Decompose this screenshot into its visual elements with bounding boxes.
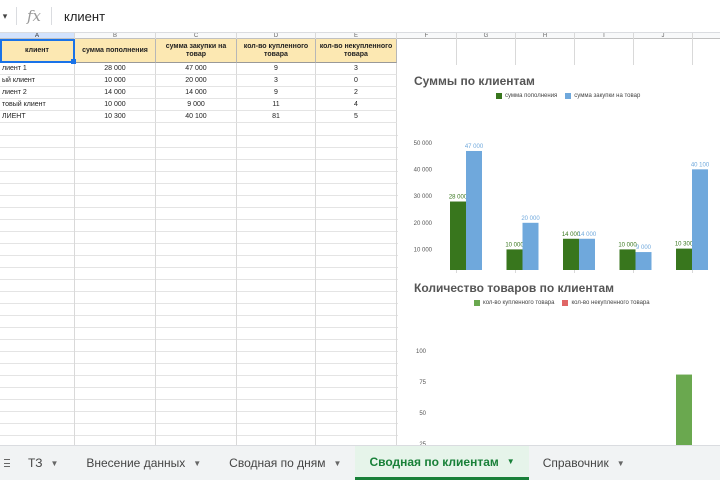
table-cell[interactable]: 14 000 bbox=[75, 87, 156, 99]
table-cell[interactable]: 14 000 bbox=[156, 87, 237, 99]
y-tick-label: 75 bbox=[419, 380, 426, 386]
table-cell[interactable]: 10 000 bbox=[75, 75, 156, 87]
data-label: 40 100 bbox=[691, 162, 710, 168]
chevron-down-icon[interactable]: ▼ bbox=[617, 459, 625, 468]
chart-plot: 255075100 bbox=[416, 349, 692, 445]
chart-items-by-client[interactable]: Количество товаров по клиентам кол-во ку… bbox=[398, 273, 720, 445]
table-cell[interactable]: лиент 2 bbox=[0, 87, 75, 99]
bar-purchase bbox=[466, 150, 482, 270]
bar-bought bbox=[676, 374, 692, 445]
bar-purchase bbox=[692, 169, 708, 270]
y-tick-label: 50 000 bbox=[414, 141, 433, 147]
column-header-k[interactable]: K bbox=[693, 33, 720, 39]
chart-sums-by-client[interactable]: Суммы по клиентам сумма пополнения сумма… bbox=[398, 65, 720, 270]
tab-data-entry[interactable]: Внесение данных ▼ bbox=[72, 446, 215, 480]
data-label: 20 000 bbox=[521, 216, 540, 222]
tab-label: Внесение данных bbox=[86, 456, 186, 470]
table-cell[interactable]: 28 000 bbox=[75, 63, 156, 75]
table-cell[interactable]: 81 bbox=[237, 111, 316, 123]
bar-topup bbox=[676, 248, 692, 270]
y-tick-label: 10 000 bbox=[414, 247, 433, 253]
data-label: 47 000 bbox=[465, 144, 484, 150]
table-cell[interactable]: ый клиент bbox=[0, 75, 75, 87]
formula-input[interactable]: клиент bbox=[64, 9, 105, 24]
column-header-f[interactable]: F bbox=[397, 33, 457, 39]
y-tick-label: 30 000 bbox=[414, 194, 433, 200]
table-cell[interactable]: ЛИЕНТ bbox=[0, 111, 75, 123]
header-cell-client[interactable]: клиент bbox=[0, 39, 76, 64]
table-cell[interactable]: товый клиент bbox=[0, 99, 75, 111]
table-cell[interactable]: 20 000 bbox=[156, 75, 237, 87]
y-tick-label: 20 000 bbox=[414, 221, 433, 227]
menu-icon bbox=[4, 459, 10, 467]
tab-label: Справочник bbox=[542, 456, 609, 470]
formula-bar: ▾ fx клиент bbox=[0, 0, 720, 33]
tab-label: Сводная по дням bbox=[229, 456, 326, 470]
table-cell[interactable]: 2 bbox=[316, 87, 397, 99]
divider bbox=[16, 7, 17, 25]
data-label: 14 000 bbox=[578, 232, 597, 238]
y-tick-label: 50 bbox=[419, 411, 426, 417]
bar-topup bbox=[506, 249, 523, 270]
y-tick-label: 40 000 bbox=[414, 168, 433, 174]
header-cell-notbought[interactable]: кол-во некупленного товара bbox=[316, 39, 397, 63]
tab-summary-by-clients[interactable]: Сводная по клиентам ▼ bbox=[355, 446, 529, 480]
all-sheets-menu[interactable] bbox=[0, 446, 14, 480]
column-header-j[interactable]: J bbox=[634, 33, 693, 39]
data-label: 10 300 bbox=[675, 242, 694, 248]
divider bbox=[51, 7, 52, 25]
tab-tz[interactable]: ТЗ ▼ bbox=[14, 446, 72, 480]
chevron-down-icon[interactable]: ▼ bbox=[50, 459, 58, 468]
tab-label: ТЗ bbox=[28, 456, 43, 470]
fx-icon: fx bbox=[26, 7, 41, 25]
data-label: 10 000 bbox=[618, 242, 637, 248]
chevron-down-icon[interactable]: ▼ bbox=[507, 457, 515, 466]
chevron-down-icon[interactable]: ▼ bbox=[334, 459, 342, 468]
sheet-tabs: ТЗ ▼ Внесение данных ▼ Сводная по дням ▼ Св… bbox=[0, 445, 720, 480]
table-cell[interactable]: 3 bbox=[316, 63, 397, 75]
data-label: 10 000 bbox=[505, 242, 524, 248]
data-label: 28 000 bbox=[449, 195, 468, 201]
name-box-dropdown[interactable]: ▾ bbox=[0, 11, 10, 22]
table-cell[interactable]: 9 000 bbox=[156, 99, 237, 111]
data-label: 9 000 bbox=[636, 245, 652, 251]
tab-reference[interactable]: Справочник ▼ bbox=[529, 446, 639, 480]
column-header-g[interactable]: G bbox=[457, 33, 516, 39]
table-cell[interactable]: 47 000 bbox=[156, 63, 237, 75]
spreadsheet-app: ▾ fx клиент ABCDEFGHIJK клиент сумма поп… bbox=[0, 0, 720, 480]
tab-summary-by-days[interactable]: Сводная по дням ▼ bbox=[215, 446, 355, 480]
y-tick-label: 100 bbox=[416, 349, 427, 355]
table-cell[interactable]: 10 300 bbox=[75, 111, 156, 123]
column-header-i[interactable]: I bbox=[575, 33, 634, 39]
table-cell[interactable]: 5 bbox=[316, 111, 397, 123]
table-cell[interactable]: 9 bbox=[237, 63, 316, 75]
bar-purchase bbox=[579, 238, 595, 270]
table-cell[interactable]: 3 bbox=[237, 75, 316, 87]
table-cell[interactable]: 11 bbox=[237, 99, 316, 111]
column-header-h[interactable]: H bbox=[516, 33, 575, 39]
header-cell-purchase[interactable]: сумма закупки на товар bbox=[156, 39, 237, 63]
chevron-down-icon[interactable]: ▼ bbox=[193, 459, 201, 468]
table-cell[interactable]: 9 bbox=[237, 87, 316, 99]
chart-plot: 010 00020 00030 00040 00050 00028 00047 … bbox=[414, 141, 710, 270]
table-cell[interactable]: 40 100 bbox=[156, 111, 237, 123]
bar-purchase bbox=[635, 252, 652, 270]
table-cell[interactable]: лиент 1 bbox=[0, 63, 75, 75]
header-cell-bought[interactable]: кол-во купленного товара bbox=[237, 39, 316, 63]
bar-topup bbox=[563, 238, 579, 270]
sheet-grid[interactable]: ABCDEFGHIJK клиент сумма пополнения сумм… bbox=[0, 33, 720, 445]
bar-purchase bbox=[522, 222, 539, 270]
bar-topup bbox=[619, 249, 636, 270]
table-cell[interactable]: 10 000 bbox=[75, 99, 156, 111]
bar-topup bbox=[450, 201, 466, 270]
table-cell[interactable]: 4 bbox=[316, 99, 397, 111]
table-cell[interactable]: 0 bbox=[316, 75, 397, 87]
header-cell-topup[interactable]: сумма пополнения bbox=[75, 39, 156, 63]
tab-label: Сводная по клиентам bbox=[369, 454, 499, 469]
